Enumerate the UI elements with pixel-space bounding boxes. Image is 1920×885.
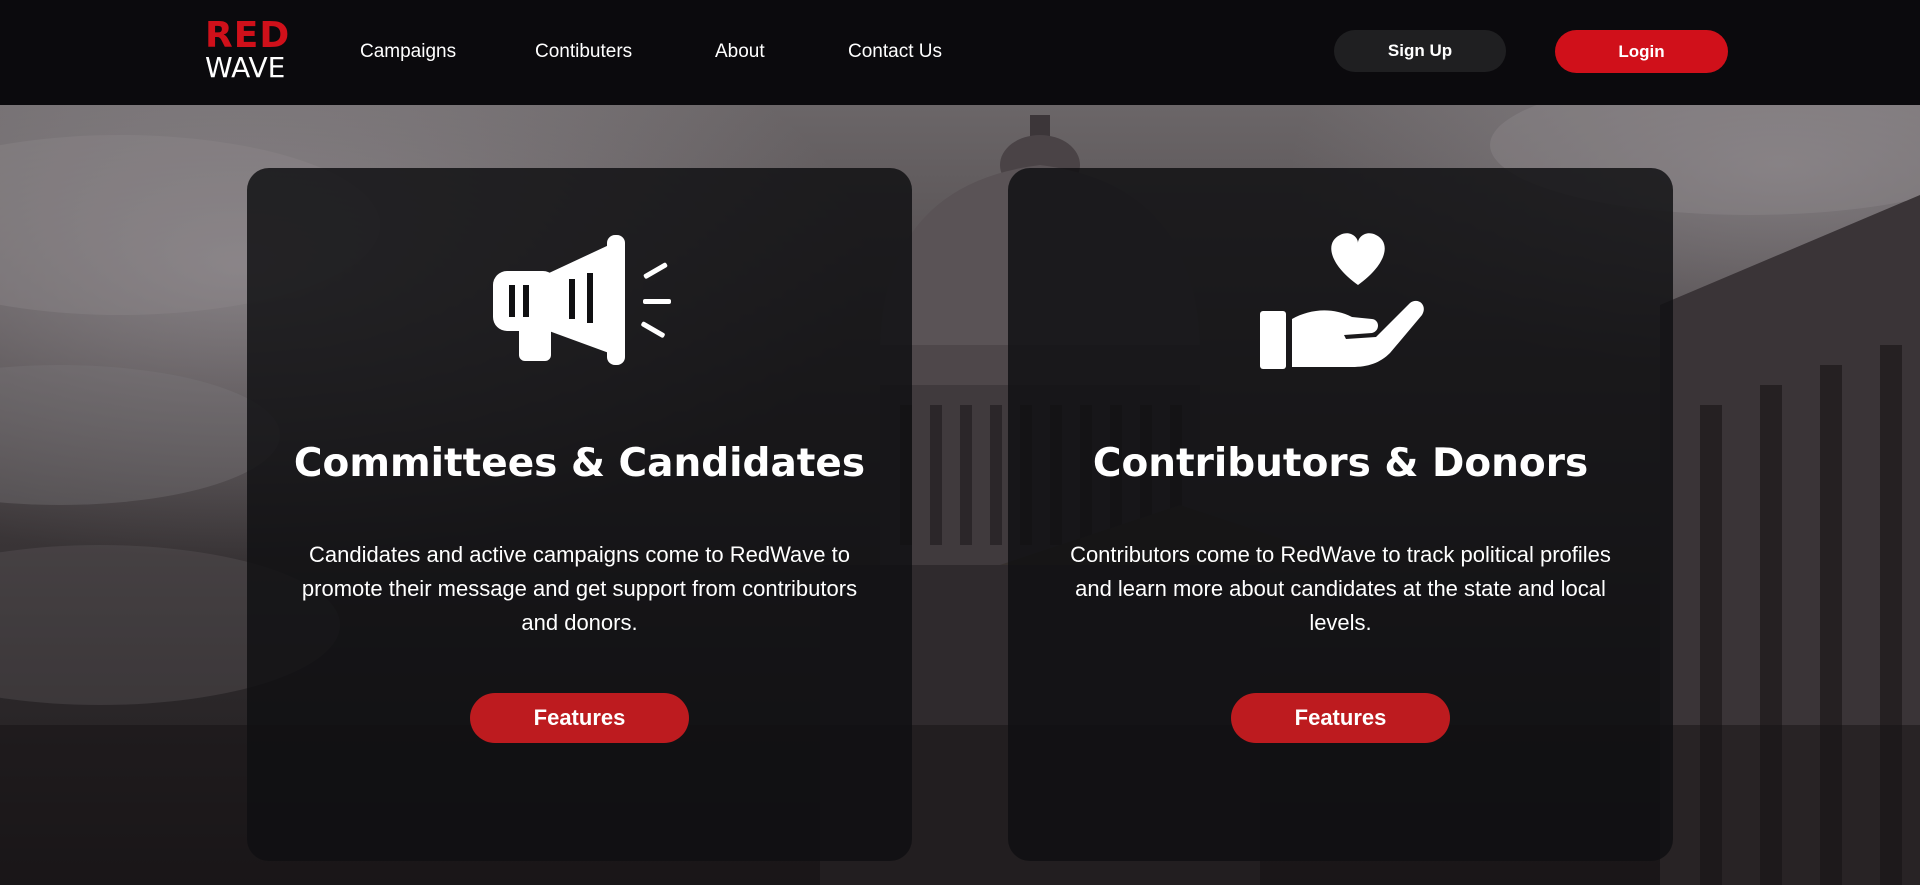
card-description: Candidates and active campaigns come to … (301, 542, 858, 635)
nav-link-campaigns[interactable]: Campaigns (360, 40, 456, 64)
logo-text-wave: WAVE (205, 51, 286, 84)
card-title: Committees & Candidates (293, 441, 866, 486)
top-navbar: RED WAVE Campaigns Contibuters About Con… (0, 0, 1920, 105)
logo-text-red: RED (205, 15, 291, 56)
nav-link-contact-us[interactable]: Contact Us (848, 40, 942, 64)
features-button-committees[interactable]: Features (470, 693, 689, 743)
card-description: Contributors come to RedWave to track po… (1070, 542, 1611, 635)
features-button-contributors[interactable]: Features (1231, 693, 1450, 743)
card-contributors-donors: Contributors & Donors Contributors come … (1008, 168, 1673, 861)
megaphone-icon (493, 235, 671, 365)
login-button[interactable]: Login (1555, 30, 1728, 73)
card-title: Contributors & Donors (1092, 441, 1589, 486)
card-committees-candidates: Committees & Candidates Candidates and a… (247, 168, 912, 861)
signup-button[interactable]: Sign Up (1334, 30, 1506, 72)
nav-link-about[interactable]: About (715, 40, 765, 64)
nav-link-contributers[interactable]: Contibuters (535, 40, 632, 64)
redwave-logo[interactable]: RED WAVE (205, 18, 297, 82)
hero-section: Committees & Candidates Candidates and a… (0, 105, 1920, 885)
heart-in-hand-icon (1260, 233, 1424, 369)
